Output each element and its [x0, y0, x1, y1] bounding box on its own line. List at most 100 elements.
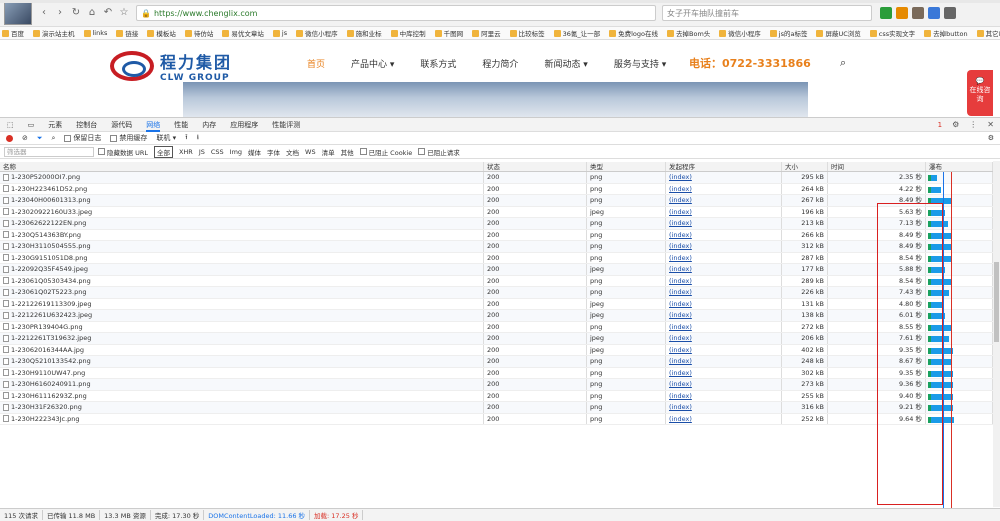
initiator-link[interactable]: (index) — [669, 231, 692, 239]
filter-type-8[interactable]: WS — [305, 148, 316, 156]
filter-type-10[interactable]: 其他 — [341, 147, 354, 157]
extension-icon[interactable] — [896, 7, 908, 19]
devtools-tab[interactable]: 源代码 — [111, 118, 132, 132]
table-row[interactable]: 1-230PR139404G.png 200 png (index) 272 kB 8.5… — [0, 321, 993, 333]
initiator-link[interactable]: (index) — [669, 369, 692, 377]
site-nav-item[interactable]: 联系方式 — [420, 57, 456, 70]
device-icon[interactable]: ▭ — [28, 118, 35, 132]
column-size[interactable]: 大小 — [782, 162, 828, 171]
bookmark-item[interactable]: 链接 — [116, 28, 138, 38]
devtools-tab[interactable]: 性能 — [174, 118, 188, 132]
bookmark-item[interactable]: 千图网 — [434, 28, 463, 38]
bookmark-item[interactable]: 免费logo在线 — [609, 28, 658, 38]
search-icon[interactable]: ⌕ — [51, 134, 55, 143]
initiator-link[interactable]: (index) — [669, 265, 692, 273]
home-icon[interactable]: ⌂ — [85, 6, 99, 20]
initiator-link[interactable]: (index) — [669, 288, 692, 296]
filter-type-9[interactable]: 清单 — [322, 147, 335, 157]
table-row[interactable]: 1-22092Q35F4549.jpeg 200 jpeg (index) 177 kB… — [0, 264, 993, 276]
bookmark-item[interactable]: 模板站 — [147, 28, 176, 38]
profile-avatar[interactable] — [4, 1, 32, 25]
site-search-icon[interactable]: ⌕ — [840, 56, 846, 70]
hide-data-url-checkbox[interactable]: 隐藏数据 URL — [98, 147, 148, 157]
initiator-link[interactable]: (index) — [669, 346, 692, 354]
table-row[interactable]: 1-23062016344AA.jpg 200 jpeg (index) 402 kB 9… — [0, 344, 993, 356]
bookmark-item[interactable]: 36氪_让一部 — [553, 28, 600, 38]
initiator-link[interactable]: (index) — [669, 392, 692, 400]
column-status[interactable]: 状态 — [484, 162, 587, 171]
site-nav-item[interactable]: 新闻动态 ▾ — [544, 57, 587, 70]
extension-icon[interactable] — [928, 7, 940, 19]
bookmark-item[interactable]: 微信小程序 — [296, 28, 338, 38]
initiator-link[interactable]: (index) — [669, 311, 692, 319]
table-row[interactable]: 1-2212261U632423.jpeg 200 jpeg (index) 138 k… — [0, 310, 993, 322]
initiator-link[interactable]: (index) — [669, 196, 692, 204]
bookmark-item[interactable]: 演示站主机 — [33, 28, 75, 38]
column-initiator[interactable]: 发起程序 — [666, 162, 782, 171]
filter-icon[interactable]: ⏷ — [37, 134, 43, 143]
table-row[interactable]: 1-230H31F26320.png 200 png (index) 316 kB 9.2… — [0, 402, 993, 414]
table-scrollbar-thumb[interactable] — [994, 262, 999, 342]
initiator-link[interactable]: (index) — [669, 334, 692, 342]
devtools-tab[interactable]: 控制台 — [76, 118, 97, 132]
filter-type-7[interactable]: 文档 — [286, 147, 299, 157]
table-row[interactable]: 1-230H3110504555.png 200 png (index) 312 kB 8… — [0, 241, 993, 253]
filter-type-2[interactable]: JS — [199, 148, 205, 156]
column-waterfall[interactable]: 瀑布 — [926, 162, 993, 171]
disable-cache-checkbox[interactable]: 禁用缓存 — [110, 133, 147, 143]
star-icon[interactable]: ☆ — [117, 6, 131, 20]
initiator-link[interactable]: (index) — [669, 208, 692, 216]
bookmark-item[interactable]: 去掉Bom头 — [667, 28, 710, 38]
initiator-link[interactable]: (index) — [669, 380, 692, 388]
close-icon[interactable]: ✕ — [987, 120, 994, 129]
initiator-link[interactable]: (index) — [669, 219, 692, 227]
bookmark-item[interactable]: 其它收藏 — [976, 28, 1000, 38]
devtools-tab[interactable]: 内存 — [202, 118, 216, 132]
bookmark-item[interactable]: 施和业标 — [346, 28, 382, 38]
blocked-cookies-checkbox[interactable]: 已阻止 Cookie — [359, 147, 412, 157]
online-chat-button[interactable]: 💬 在线咨询 — [967, 70, 993, 116]
network-settings-gear-icon[interactable]: ⚙ — [988, 134, 994, 142]
devtools-tab[interactable]: 网络 — [146, 118, 161, 132]
site-nav-item[interactable]: 程力简介 — [482, 57, 518, 70]
table-row[interactable]: 1-230H9110UW47.png 200 png (index) 302 kB 9.3… — [0, 367, 993, 379]
bookmark-item[interactable]: css实现文字 — [869, 28, 915, 38]
table-row[interactable]: 1-230Q514363BY.png 200 png (index) 266 kB 8.4… — [0, 229, 993, 241]
record-button[interactable] — [6, 134, 13, 142]
table-row[interactable]: 1-2212261T319632.jpeg 200 jpeg (index) 206 k… — [0, 333, 993, 345]
menu-icon[interactable] — [944, 7, 956, 19]
filter-input[interactable]: 筛选器 — [4, 146, 94, 157]
back-icon[interactable]: ‹ — [37, 6, 51, 20]
table-row[interactable]: 1-22122619113309.jpeg 200 jpeg (index) 131 k… — [0, 298, 993, 310]
filter-type-3[interactable]: CSS — [211, 148, 224, 156]
bookmark-item[interactable]: js的a标签 — [769, 28, 807, 38]
filter-type-5[interactable]: 媒体 — [248, 147, 261, 157]
site-logo[interactable]: 程力集团 CLW GROUP — [110, 49, 232, 83]
table-row[interactable]: 1-23020922160U33.jpeg 200 jpeg (index) 196 k… — [0, 206, 993, 218]
blocked-requests-checkbox[interactable]: 已阻止请求 — [418, 147, 460, 157]
restore-icon[interactable]: ↶ — [101, 6, 115, 20]
checkbox-box[interactable] — [359, 147, 367, 155]
bookmark-item[interactable]: 中库控制 — [390, 28, 426, 38]
site-nav-item[interactable]: 产品中心 ▾ — [351, 57, 394, 70]
export-icon[interactable]: ⭳ — [197, 133, 199, 144]
table-row[interactable]: 1-230H61116293Z.png 200 png (index) 255 kB 9.… — [0, 390, 993, 402]
bookmark-item[interactable]: 屏蔽UC浏览 — [816, 28, 861, 38]
bookmark-item[interactable]: 去掉button — [924, 28, 968, 38]
table-row[interactable]: 1-230H222343Jc.png 200 png (index) 252 kB 9.6… — [0, 413, 993, 425]
bookmark-item[interactable]: 阿里云 — [472, 28, 501, 38]
initiator-link[interactable]: (index) — [669, 185, 692, 193]
devtools-tab[interactable]: 性能评测 — [272, 118, 300, 132]
column-time[interactable]: 时间 — [828, 162, 926, 171]
table-row[interactable]: 1-230H223461D52.png 200 png (index) 264 kB 4.… — [0, 183, 993, 195]
table-row[interactable]: 1-230P52000OI7.png 200 png (index) 295 kB 2.3… — [0, 172, 993, 184]
initiator-link[interactable]: (index) — [669, 415, 692, 423]
table-row[interactable]: 1-230G9151051D8.png 200 png (index) 287 kB 8.… — [0, 252, 993, 264]
filter-type-4[interactable]: Img — [230, 148, 242, 156]
reload-icon[interactable]: ↻ — [69, 6, 83, 20]
filter-type-6[interactable]: 字体 — [267, 147, 280, 157]
devtools-tab[interactable]: 应用程序 — [230, 118, 258, 132]
filter-type-1[interactable]: XHR — [179, 148, 193, 156]
initiator-link[interactable]: (index) — [669, 300, 692, 308]
preserve-log-checkbox[interactable]: 保留日志 — [64, 133, 101, 143]
